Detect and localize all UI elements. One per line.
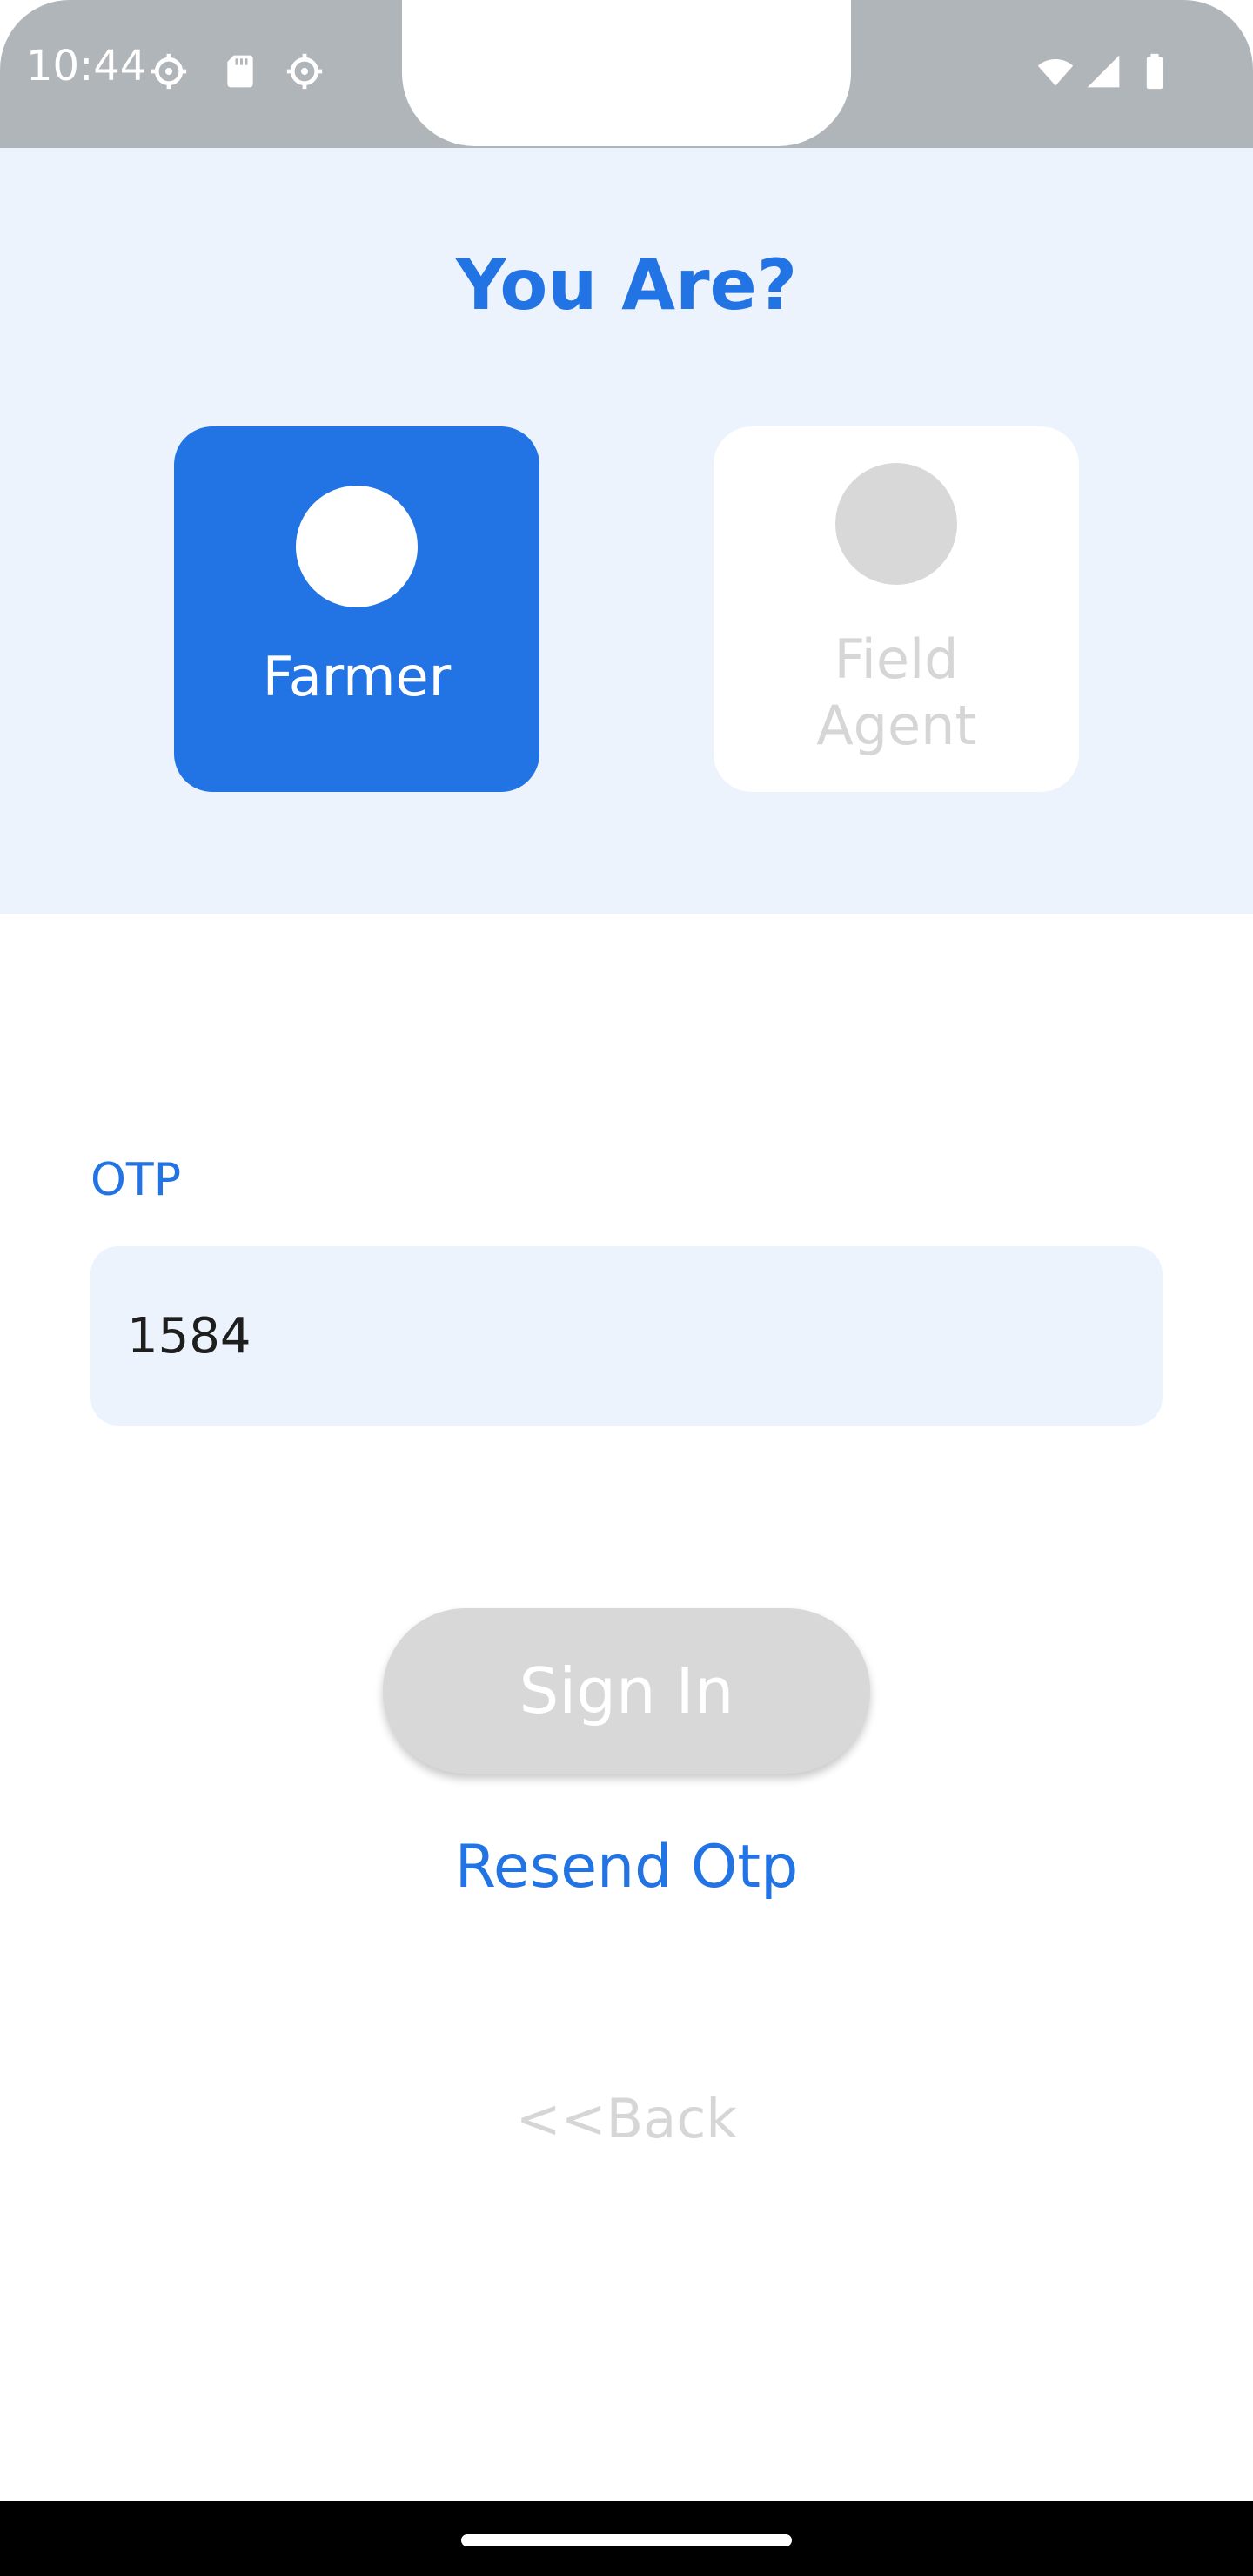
otp-label: OTP — [90, 1154, 182, 1206]
role-option-field-agent[interactable]: Field Agent — [714, 426, 1079, 792]
login-screen: 10:44 You Are? Farmer Field Agent OTP 15… — [0, 0, 1253, 2576]
status-bar: 10:44 — [0, 0, 1253, 148]
role-selection-panel: You Are? Farmer Field Agent — [0, 148, 1253, 914]
back-link[interactable]: <<Back — [0, 2092, 1253, 2146]
sign-in-button[interactable]: Sign In — [383, 1608, 870, 1774]
home-indicator[interactable] — [461, 2534, 792, 2546]
resend-otp-link[interactable]: Resend Otp — [0, 1838, 1253, 1897]
wifi-icon — [1032, 52, 1079, 91]
settings-icon — [285, 52, 324, 91]
role-option-farmer-label: Farmer — [262, 645, 452, 708]
navigation-bar — [0, 2501, 1253, 2576]
battery-icon — [1142, 52, 1168, 91]
status-time: 10:44 — [26, 42, 147, 91]
field-agent-avatar-icon — [835, 463, 957, 585]
cellular-signal-icon — [1084, 52, 1122, 91]
camera-notch — [402, 0, 851, 146]
role-title: You Are? — [455, 245, 798, 325]
sd-card-icon — [221, 52, 259, 91]
settings-icon — [150, 52, 188, 91]
otp-input[interactable]: 1584 — [90, 1246, 1163, 1426]
farmer-avatar-icon — [296, 486, 418, 607]
role-option-field-agent-label: Field Agent — [816, 627, 976, 757]
role-option-farmer[interactable]: Farmer — [174, 426, 539, 792]
